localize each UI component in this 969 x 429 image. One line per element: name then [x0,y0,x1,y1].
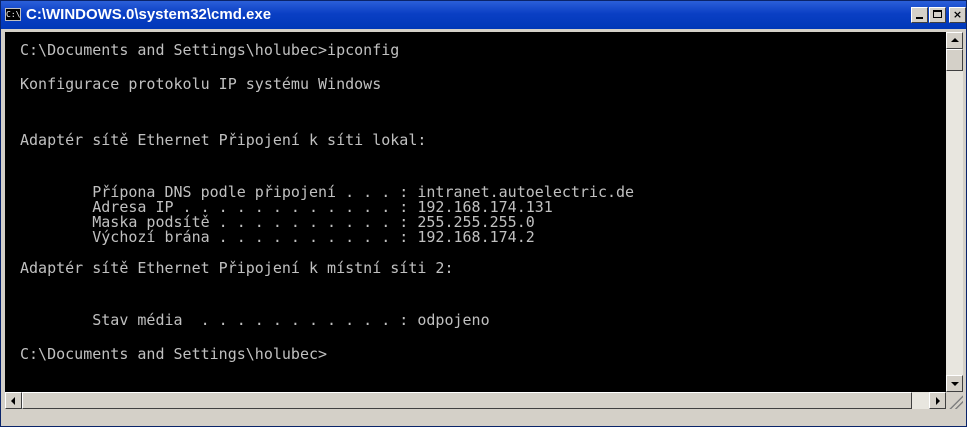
scroll-up-button[interactable] [946,32,963,49]
close-button[interactable]: × [949,7,966,23]
scroll-left-button[interactable] [5,392,22,409]
console-line: C:\Documents and Settings\holubec>ipconf… [20,41,400,59]
arrow-up-icon [951,38,959,42]
console-line: Výchozí brána . . . . . . . . . . : 192.… [20,228,535,246]
close-icon: × [952,8,963,21]
console-line: Adaptér sítě Ethernet Připojení k místní… [20,259,454,277]
maximize-button[interactable] [929,7,946,23]
title-bar[interactable]: C:\ C:\WINDOWS.0\system32\cmd.exe × [1,1,966,29]
arrow-right-icon [936,397,940,405]
scroll-down-button[interactable] [946,375,963,392]
window-title: C:\WINDOWS.0\system32\cmd.exe [26,6,272,23]
console-line: Stav média . . . . . . . . . . . : odpoj… [20,311,490,329]
minimize-button[interactable] [911,7,928,23]
horizontal-scrollbar[interactable] [5,392,946,409]
cmd-window: C:\ C:\WINDOWS.0\system32\cmd.exe × C:\D… [0,0,967,427]
arrow-left-icon [11,397,15,405]
console-line: Konfigurace protokolu IP systému Windows [20,75,382,93]
console-line: Adaptér sítě Ethernet Připojení k síti l… [20,131,427,149]
console-line: C:\Documents and Settings\holubec> [20,345,328,363]
scroll-right-button[interactable] [929,392,946,409]
cmd-icon[interactable]: C:\ [5,8,21,21]
vertical-scrollbar[interactable] [946,32,963,392]
horizontal-scroll-thumb[interactable] [22,392,912,409]
arrow-down-icon [951,382,959,386]
maximize-icon [933,10,942,18]
resize-grip-icon[interactable] [946,392,963,409]
minimize-icon [916,17,923,19]
vertical-scroll-thumb[interactable] [946,49,963,71]
console-output[interactable]: C:\Documents and Settings\holubec>ipconf… [5,32,946,392]
